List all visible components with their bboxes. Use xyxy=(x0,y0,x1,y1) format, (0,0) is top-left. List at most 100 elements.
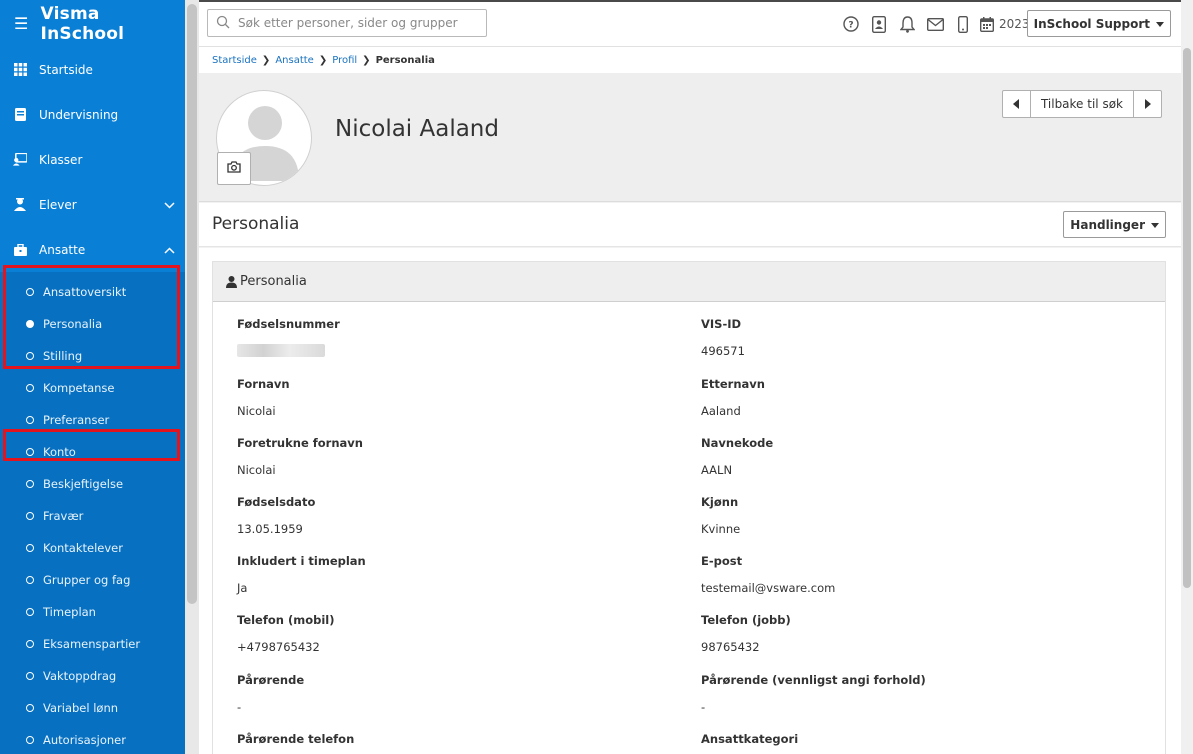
actions-dropdown-button[interactable]: Handlinger xyxy=(1063,211,1166,238)
field-ansattkategori: Ansattkategori xyxy=(701,732,1101,746)
field-label: Fødselsdato xyxy=(237,495,316,509)
highlight-box-top xyxy=(3,265,180,369)
panel-title: Personalia xyxy=(240,274,307,289)
sidebar-subitem-label: Timeplan xyxy=(43,605,96,619)
sidebar-item-undervisning[interactable]: Undervisning xyxy=(0,92,185,137)
sidebar-item-label: Klasser xyxy=(39,152,83,167)
user-menu-button[interactable]: InSchool Support xyxy=(1026,10,1171,37)
field-fornavn: Fornavn Nicolai xyxy=(237,377,637,418)
hamburger-menu-icon[interactable]: ☰ xyxy=(14,14,29,33)
breadcrumb-link-profil[interactable]: Profil xyxy=(332,55,357,66)
sidebar-item-startside[interactable]: Startside xyxy=(0,47,185,92)
field-label: Ansattkategori xyxy=(701,732,799,746)
mobile-phone-icon[interactable] xyxy=(949,13,977,35)
field-label: VIS-ID xyxy=(701,317,742,331)
sidebar-item-label: Startside xyxy=(39,62,93,77)
field-value: 496571 xyxy=(701,344,745,358)
caret-left-icon xyxy=(1012,99,1019,109)
field-value: Nicolai xyxy=(237,463,276,477)
sidebar-item-klasser[interactable]: Klasser xyxy=(0,137,185,182)
sidebar-subitem-eksamenspartier[interactable]: Eksamenspartier xyxy=(0,628,185,660)
user-menu-label: InSchool Support xyxy=(1033,16,1150,31)
page-heading-bar: Personalia Handlinger xyxy=(199,203,1181,247)
sidebar-scrollbar-thumb[interactable] xyxy=(187,4,197,604)
sidebar-subitem-grupper-og-fag[interactable]: Grupper og fag xyxy=(0,564,185,596)
app-title: Visma InSchool xyxy=(40,3,125,44)
field-parorende-telefon: Pårørende telefon xyxy=(237,732,637,746)
previous-result-button[interactable] xyxy=(1003,91,1030,117)
sidebar-subitem-timeplan[interactable]: Timeplan xyxy=(0,596,185,628)
field-value: Ja xyxy=(237,581,248,595)
sidebar-subitem-label: Vaktoppdrag xyxy=(43,669,117,683)
sidebar-subitem-label: Preferanser xyxy=(43,413,110,427)
sidebar-subitem-fravaer[interactable]: Fravær xyxy=(0,500,185,532)
sidebar-subitem-label: Autorisasjoner xyxy=(43,733,126,747)
mail-icon[interactable] xyxy=(921,13,949,35)
actions-label: Handlinger xyxy=(1070,217,1145,232)
field-value: 98765432 xyxy=(701,640,760,654)
circle-icon xyxy=(26,544,34,552)
field-label: Inkludert i timeplan xyxy=(237,554,366,568)
chevron-up-icon xyxy=(164,243,175,257)
chevron-right-icon: ❯ xyxy=(318,54,328,66)
circle-icon xyxy=(26,704,34,712)
app-brand: ☰ Visma InSchool xyxy=(0,0,185,47)
sidebar-subitem-kontaktelever[interactable]: Kontaktelever xyxy=(0,532,185,564)
sidebar-subitem-vaktoppdrag[interactable]: Vaktoppdrag xyxy=(0,660,185,692)
search-input[interactable] xyxy=(238,16,478,30)
field-label: Pårørende xyxy=(237,673,305,687)
field-value: AALN xyxy=(701,463,733,477)
field-value: Aaland xyxy=(701,404,741,418)
field-label: Pårørende (vennligst angi forhold) xyxy=(701,673,926,687)
main-scrollbar[interactable] xyxy=(1181,0,1193,754)
bell-icon[interactable] xyxy=(893,13,921,35)
field-foretrukne-fornavn: Foretrukne fornavn Nicolai xyxy=(237,436,637,477)
help-icon[interactable]: ? xyxy=(837,13,865,35)
breadcrumb-current: Personalia xyxy=(375,54,435,66)
field-label: Etternavn xyxy=(701,377,765,391)
book-icon xyxy=(13,108,27,122)
sidebar-subitem-kompetanse[interactable]: Kompetanse xyxy=(0,372,185,404)
camera-icon xyxy=(227,161,241,176)
circle-icon xyxy=(26,608,34,616)
contact-card-icon[interactable] xyxy=(865,13,893,35)
breadcrumb: Startside ❯ Ansatte ❯ Profil ❯ Personali… xyxy=(199,47,1181,73)
field-vis-id: VIS-ID 496571 xyxy=(701,317,1101,358)
calendar-icon[interactable] xyxy=(977,13,997,35)
breadcrumb-link-startside[interactable]: Startside xyxy=(212,55,257,66)
field-value: testemail@vsware.com xyxy=(701,581,836,595)
circle-icon xyxy=(26,512,34,520)
user-icon xyxy=(226,275,237,288)
sidebar-item-label: Elever xyxy=(39,197,77,212)
field-label: Fornavn xyxy=(237,377,290,391)
sidebar-subitem-label: Eksamenspartier xyxy=(43,637,141,651)
back-to-search-button[interactable]: Tilbake til søk xyxy=(1029,91,1134,117)
field-telefon-jobb: Telefon (jobb) 98765432 xyxy=(701,613,1101,654)
field-label: E-post xyxy=(701,554,743,568)
sidebar-subitem-label: Variabel lønn xyxy=(43,701,119,715)
sidebar: ☰ Visma InSchool Startside Undervisning … xyxy=(0,0,185,754)
sidebar-scrollbar[interactable] xyxy=(185,0,199,754)
circle-icon xyxy=(26,576,34,584)
circle-icon xyxy=(26,416,34,424)
main-scrollbar-thumb[interactable] xyxy=(1183,48,1191,588)
change-photo-button[interactable] xyxy=(217,152,251,185)
field-label: Navnekode xyxy=(701,436,774,450)
next-result-button[interactable] xyxy=(1134,91,1161,117)
field-value: +4798765432 xyxy=(237,640,320,654)
field-value-redacted xyxy=(237,344,637,360)
sidebar-item-elever[interactable]: Elever xyxy=(0,182,185,227)
sidebar-subitem-variabel-lonn[interactable]: Variabel lønn xyxy=(0,692,185,724)
chevron-down-icon xyxy=(164,198,175,212)
highlight-box-konto xyxy=(3,429,180,461)
sidebar-subitem-label: Grupper og fag xyxy=(43,573,131,587)
sidebar-subitem-beskjeftigelse[interactable]: Beskjeftigelse xyxy=(0,468,185,500)
sidebar-subitem-autorisasjoner[interactable]: Autorisasjoner xyxy=(0,724,185,754)
briefcase-icon xyxy=(13,243,27,257)
search-box[interactable] xyxy=(207,9,487,37)
breadcrumb-link-ansatte[interactable]: Ansatte xyxy=(275,55,314,66)
field-value: - xyxy=(701,700,706,714)
field-fodselsdato: Fødselsdato 13.05.1959 xyxy=(237,495,637,536)
search-navigation-group: Tilbake til søk xyxy=(1001,90,1162,118)
redacted-value xyxy=(237,344,325,357)
